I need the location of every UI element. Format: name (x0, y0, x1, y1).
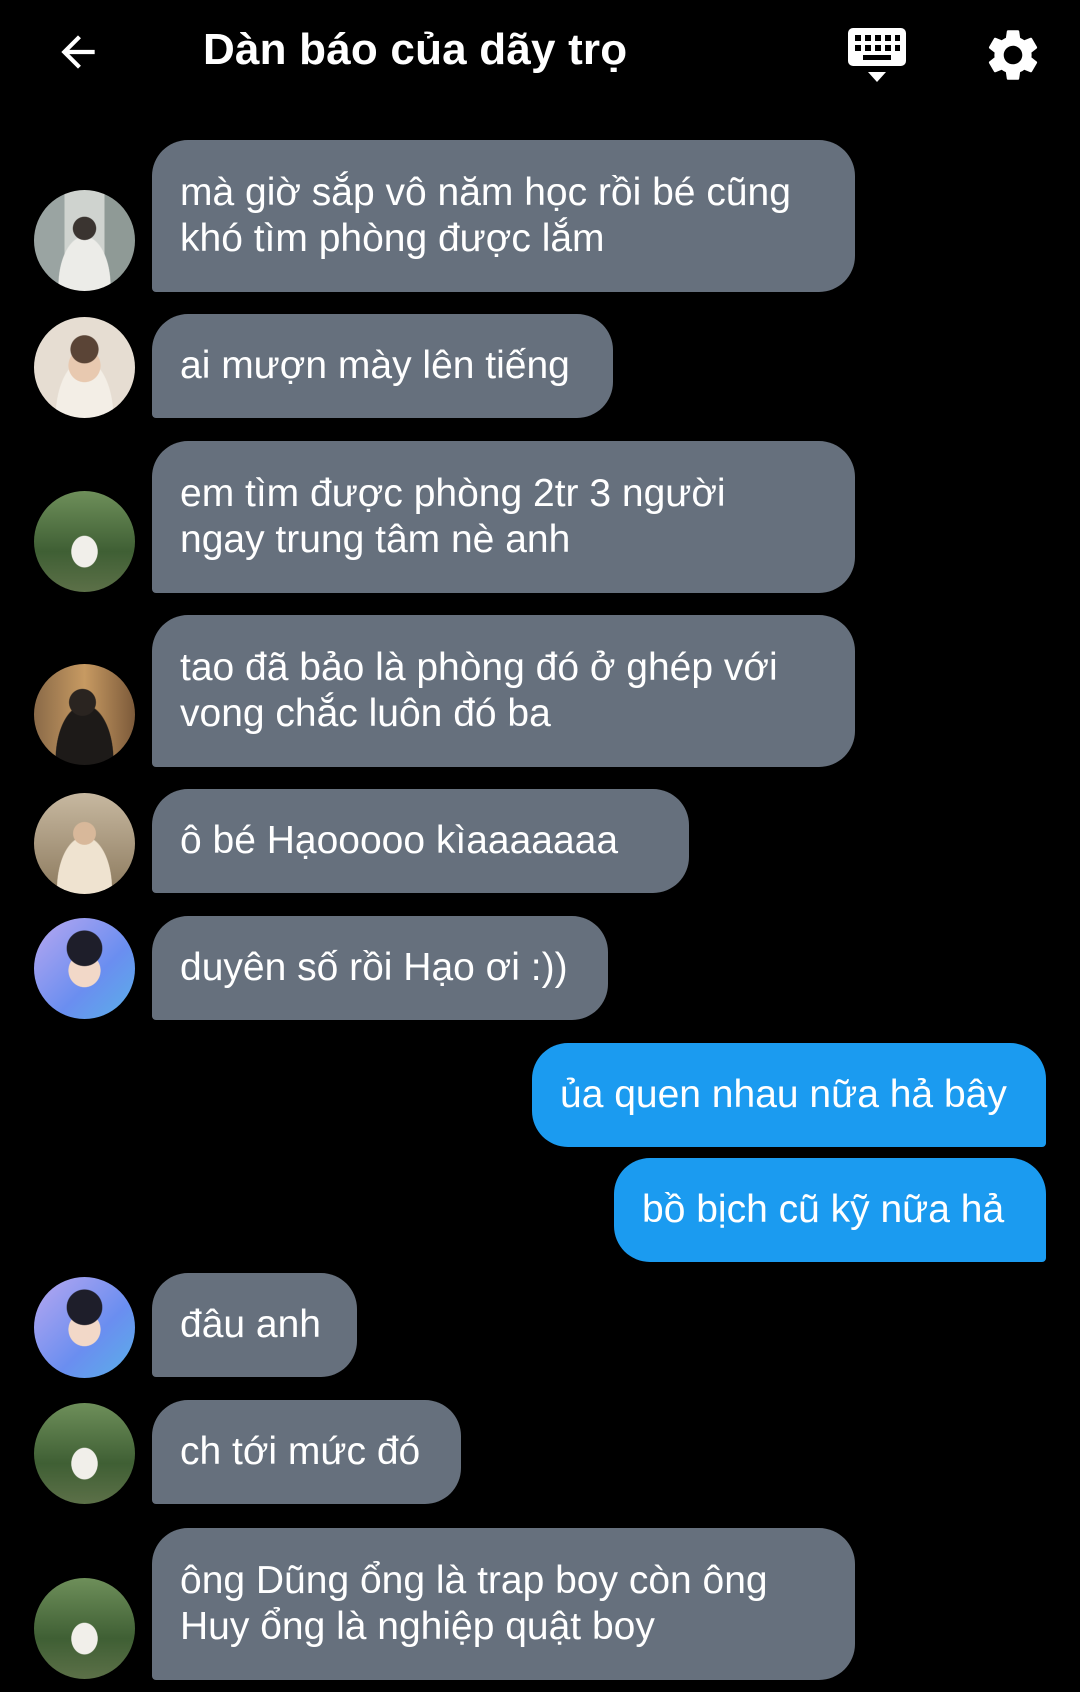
message-text: bồ bịch cũ kỹ nữa hả (642, 1188, 1005, 1231)
message-bubble-incoming[interactable]: mà giờ sắp vô năm học rồi bé cũng khó tì… (152, 140, 855, 292)
avatar[interactable] (34, 1403, 135, 1504)
avatar[interactable] (34, 664, 135, 765)
message-bubble-incoming[interactable]: duyên số rồi Hạo ơi :)) (152, 916, 608, 1020)
message-text: vong chắc luôn đó ba (180, 692, 551, 735)
message-text: ngay trung tâm nè anh (180, 518, 571, 561)
message-text: ai mượn mày lên tiếng (180, 344, 570, 387)
message-text: khó tìm phòng được lắm (180, 217, 605, 260)
message-text: Huy ổng là nghiệp quật boy (180, 1605, 655, 1648)
message-list: mà giờ sắp vô năm học rồi bé cũng khó tì… (0, 0, 1080, 1692)
message-text: đâu anh (180, 1303, 321, 1346)
avatar[interactable] (34, 317, 135, 418)
message-text: em tìm được phòng 2tr 3 người (180, 472, 726, 515)
avatar[interactable] (34, 1277, 135, 1378)
message-bubble-outgoing[interactable]: ủa quen nhau nữa hả bây (532, 1043, 1046, 1147)
message-text: ô bé Hạooooo kìaaaaaaa (180, 819, 619, 862)
message-text: ông Dũng ổng là trap boy còn ông (180, 1559, 768, 1602)
avatar[interactable] (34, 918, 135, 1019)
message-text: mà giờ sắp vô năm học rồi bé cũng (180, 171, 791, 214)
message-text: tao đã bảo là phòng đó ở ghép với (180, 646, 778, 689)
message-bubble-incoming[interactable]: em tìm được phòng 2tr 3 người ngay trung… (152, 441, 855, 593)
message-text: ủa quen nhau nữa hả bây (560, 1073, 1007, 1116)
message-bubble-incoming[interactable]: ô bé Hạooooo kìaaaaaaa (152, 789, 689, 893)
avatar[interactable] (34, 793, 135, 894)
message-bubble-incoming[interactable]: ai mượn mày lên tiếng (152, 314, 613, 418)
message-bubble-outgoing[interactable]: bồ bịch cũ kỹ nữa hả (614, 1158, 1046, 1262)
message-bubble-incoming[interactable]: ông Dũng ổng là trap boy còn ông Huy ổng… (152, 1528, 855, 1680)
message-text: duyên số rồi Hạo ơi :)) (180, 946, 568, 989)
message-bubble-incoming[interactable]: đâu anh (152, 1273, 357, 1377)
message-bubble-incoming[interactable]: tao đã bảo là phòng đó ở ghép với vong c… (152, 615, 855, 767)
message-text: ch tới mức đó (180, 1430, 421, 1473)
avatar[interactable] (34, 1578, 135, 1679)
avatar[interactable] (34, 491, 135, 592)
avatar[interactable] (34, 190, 135, 291)
message-bubble-incoming[interactable]: ch tới mức đó (152, 1400, 461, 1504)
